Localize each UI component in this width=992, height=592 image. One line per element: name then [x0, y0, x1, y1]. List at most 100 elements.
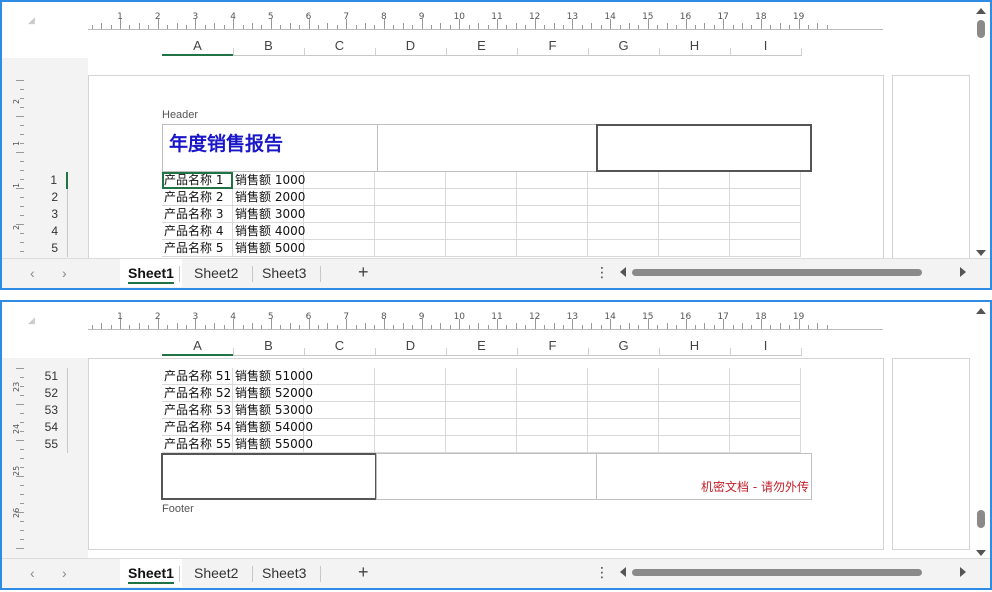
- row-header[interactable]: 51: [32, 368, 68, 385]
- cell-i52[interactable]: [730, 385, 801, 402]
- more-options-icon[interactable]: ⋮: [595, 264, 609, 281]
- add-sheet-button[interactable]: +: [358, 262, 369, 283]
- cell-h1[interactable]: [659, 172, 730, 189]
- next-sheet-icon[interactable]: ›: [62, 265, 67, 281]
- row-header[interactable]: 2: [32, 189, 68, 206]
- cell-e4[interactable]: [446, 223, 517, 240]
- cell-d53[interactable]: [375, 402, 446, 419]
- row-header[interactable]: 54: [32, 419, 68, 436]
- column-header-f[interactable]: F: [517, 336, 588, 356]
- scroll-right-icon[interactable]: [960, 267, 966, 277]
- cell-c4[interactable]: [304, 223, 375, 240]
- add-sheet-button[interactable]: +: [358, 562, 369, 583]
- cell-b4[interactable]: 销售额 4000: [233, 223, 305, 240]
- cell-c51[interactable]: [304, 368, 375, 385]
- cell-h5[interactable]: [659, 240, 730, 257]
- cell-i2[interactable]: [730, 189, 801, 206]
- cell-d52[interactable]: [375, 385, 446, 402]
- cell-f2[interactable]: [517, 189, 588, 206]
- scroll-down-icon[interactable]: [976, 550, 986, 556]
- cell-g2[interactable]: [588, 189, 659, 206]
- scroll-up-icon[interactable]: [976, 8, 986, 14]
- header-left-section[interactable]: 年度销售报告: [162, 124, 378, 172]
- footer-right-section[interactable]: 机密文档 - 请勿外传: [596, 453, 812, 500]
- cell-d3[interactable]: [375, 206, 446, 223]
- scroll-down-icon[interactable]: [976, 250, 986, 256]
- tab-sheet1[interactable]: Sheet1: [120, 559, 182, 587]
- scroll-up-icon[interactable]: [976, 308, 986, 314]
- horizontal-scroll-thumb[interactable]: [632, 569, 922, 576]
- cell-a55[interactable]: 产品名称 55: [162, 436, 233, 453]
- column-header-h[interactable]: H: [659, 36, 730, 56]
- cell-h4[interactable]: [659, 223, 730, 240]
- column-header-b[interactable]: B: [233, 336, 304, 356]
- prev-sheet-icon[interactable]: ‹: [30, 565, 35, 581]
- column-header-i[interactable]: I: [730, 36, 801, 56]
- cell-f5[interactable]: [517, 240, 588, 257]
- cell-g55[interactable]: [588, 436, 659, 453]
- cell-g4[interactable]: [588, 223, 659, 240]
- cell-c52[interactable]: [304, 385, 375, 402]
- cell-d2[interactable]: [375, 189, 446, 206]
- cell-f4[interactable]: [517, 223, 588, 240]
- cell-b3[interactable]: 销售额 3000: [233, 206, 305, 223]
- cell-f1[interactable]: [517, 172, 588, 189]
- tab-sheet2[interactable]: Sheet2: [186, 559, 246, 587]
- row-header[interactable]: 55: [32, 436, 68, 453]
- cell-b52[interactable]: 销售额 52000: [233, 385, 313, 402]
- cell-g3[interactable]: [588, 206, 659, 223]
- cell-h51[interactable]: [659, 368, 730, 385]
- cell-h52[interactable]: [659, 385, 730, 402]
- cell-b53[interactable]: 销售额 53000: [233, 402, 313, 419]
- cell-c5[interactable]: [304, 240, 375, 257]
- cell-e1[interactable]: [446, 172, 517, 189]
- column-header-c[interactable]: C: [304, 36, 375, 56]
- scroll-left-icon[interactable]: [620, 567, 626, 577]
- cell-b55[interactable]: 销售额 55000: [233, 436, 313, 453]
- horizontal-scroll-thumb[interactable]: [632, 269, 922, 276]
- column-header-f[interactable]: F: [517, 36, 588, 56]
- cell-e2[interactable]: [446, 189, 517, 206]
- more-options-icon[interactable]: ⋮: [595, 564, 609, 581]
- column-header-h[interactable]: H: [659, 336, 730, 356]
- cell-a53[interactable]: 产品名称 53: [162, 402, 233, 419]
- cell-d54[interactable]: [375, 419, 446, 436]
- cell-d51[interactable]: [375, 368, 446, 385]
- cell-e53[interactable]: [446, 402, 517, 419]
- prev-sheet-icon[interactable]: ‹: [30, 265, 35, 281]
- cell-h3[interactable]: [659, 206, 730, 223]
- column-header-a[interactable]: A: [162, 336, 233, 356]
- cell-b5[interactable]: 销售额 5000: [233, 240, 305, 257]
- vertical-scrollbar[interactable]: [974, 304, 988, 562]
- cell-g5[interactable]: [588, 240, 659, 257]
- header-center-section[interactable]: [377, 124, 598, 172]
- row-header[interactable]: 52: [32, 385, 68, 402]
- tab-sheet1[interactable]: Sheet1: [120, 259, 182, 287]
- cell-b54[interactable]: 销售额 54000: [233, 419, 313, 436]
- column-header-e[interactable]: E: [446, 36, 517, 56]
- cell-c2[interactable]: [304, 189, 375, 206]
- cell-c3[interactable]: [304, 206, 375, 223]
- cell-c55[interactable]: [304, 436, 375, 453]
- cell-e52[interactable]: [446, 385, 517, 402]
- cell-g52[interactable]: [588, 385, 659, 402]
- cell-d4[interactable]: [375, 223, 446, 240]
- column-divider[interactable]: [801, 348, 802, 356]
- tab-sheet3[interactable]: Sheet3: [254, 559, 314, 587]
- cell-f55[interactable]: [517, 436, 588, 453]
- cell-h54[interactable]: [659, 419, 730, 436]
- cell-i1[interactable]: [730, 172, 801, 189]
- cell-c1[interactable]: [304, 172, 375, 189]
- cell-a1[interactable]: 产品名称 1: [162, 172, 233, 189]
- cell-b1[interactable]: 销售额 1000: [233, 172, 305, 189]
- row-header[interactable]: 1: [32, 172, 68, 189]
- cell-a51[interactable]: 产品名称 51: [162, 368, 233, 385]
- cell-h53[interactable]: [659, 402, 730, 419]
- cell-i4[interactable]: [730, 223, 801, 240]
- row-header[interactable]: 4: [32, 223, 68, 240]
- cell-f53[interactable]: [517, 402, 588, 419]
- cell-c53[interactable]: [304, 402, 375, 419]
- cell-i53[interactable]: [730, 402, 801, 419]
- cell-g1[interactable]: [588, 172, 659, 189]
- cell-e55[interactable]: [446, 436, 517, 453]
